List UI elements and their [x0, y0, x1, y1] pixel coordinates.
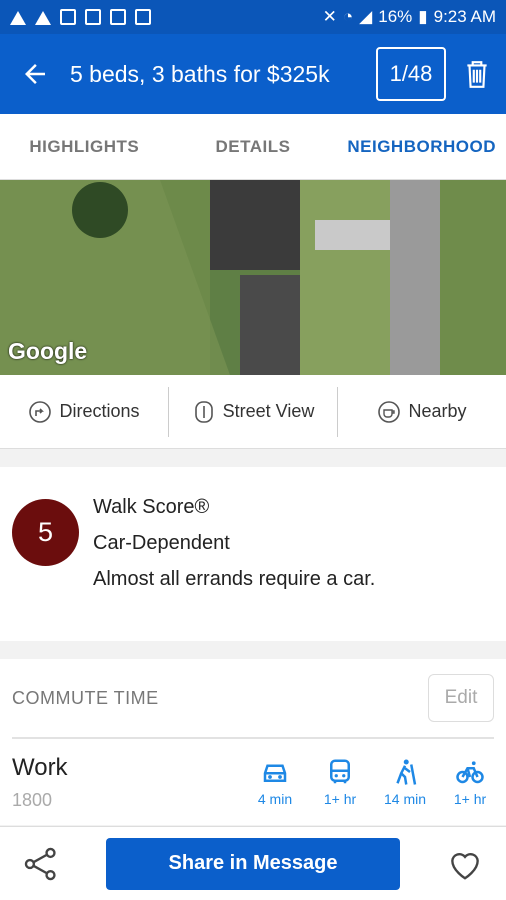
walk-score-rating: Car-Dependent	[93, 532, 230, 554]
street-view-button[interactable]: Street View	[168, 386, 337, 437]
back-arrow-icon[interactable]	[20, 59, 50, 89]
bike-icon	[456, 761, 484, 784]
walk-time: 14 min	[383, 791, 427, 807]
section-gap	[0, 449, 506, 467]
street-view-icon	[194, 400, 213, 423]
map-actions: Directions Street View Nearby	[0, 375, 506, 449]
bus-time: 1+ hr	[323, 791, 357, 807]
walk-score-title: Walk Score®	[93, 496, 210, 518]
heart-icon[interactable]	[446, 845, 484, 883]
walk-score-badge: 5	[12, 499, 79, 566]
mute-icon: ✕	[322, 7, 337, 26]
directions-button[interactable]: Directions	[0, 387, 168, 437]
commute-time-label: COMMUTE TIME	[12, 687, 159, 708]
section-gap	[0, 641, 506, 659]
battery-percent: 16%	[378, 7, 413, 26]
street-view-label: Street View	[222, 401, 315, 421]
share-in-message-button[interactable]: Share in Message	[106, 837, 400, 890]
listing-counter[interactable]: 1/48	[376, 47, 446, 101]
commute-address: 1800	[12, 789, 53, 810]
warning-icon	[10, 9, 26, 25]
tab-neighborhood[interactable]: NEIGHBORHOOD	[337, 137, 506, 157]
nearby-button[interactable]: Nearby	[337, 386, 506, 437]
bike-time: 1+ hr	[453, 791, 487, 807]
walk-score-card[interactable]: 5 Walk Score® Car-Dependent Almost all e…	[0, 467, 506, 641]
tab-highlights[interactable]: HIGHLIGHTS	[0, 137, 169, 157]
app-bar: 5 beds, 3 baths for $325k 1/48	[0, 34, 506, 114]
trash-icon[interactable]	[464, 59, 490, 89]
commute-place: Work	[12, 753, 68, 781]
signal-icon: ◢	[359, 7, 373, 26]
document-icon	[110, 9, 126, 25]
bus-icon	[330, 759, 350, 784]
listing-title: 5 beds, 3 baths for $325k	[70, 60, 330, 87]
notification-icons	[10, 9, 151, 25]
status-bar: ✕ ◔ ◢ 16% ▮ 9:23 AM	[0, 0, 506, 34]
walk-icon	[396, 759, 417, 785]
tab-details[interactable]: DETAILS	[169, 137, 338, 157]
battery-icon: ▮	[418, 7, 428, 26]
directions-icon	[29, 400, 52, 423]
directions-label: Directions	[59, 401, 140, 421]
walk-mode[interactable]: 14 min	[381, 757, 429, 807]
bike-mode[interactable]: 1+ hr	[446, 757, 494, 807]
clock: 9:23 AM	[433, 7, 496, 26]
car-icon	[263, 764, 287, 782]
image-icon	[60, 9, 76, 25]
message-icon	[135, 9, 151, 25]
wifi-icon: ◔	[342, 7, 354, 26]
nearby-label: Nearby	[408, 401, 467, 421]
commute-row[interactable]: Work 1800 4 min 1+ hr 14 min 1+ hr	[12, 739, 494, 825]
car-mode[interactable]: 4 min	[251, 757, 299, 807]
bottom-action-bar: Share in Message	[0, 826, 506, 900]
nearby-icon	[378, 400, 401, 423]
share-icon[interactable]	[22, 845, 60, 883]
bus-mode[interactable]: 1+ hr	[316, 757, 364, 807]
warning-icon	[35, 9, 51, 25]
google-logo: Google	[8, 338, 88, 364]
document-icon	[85, 9, 101, 25]
car-time: 4 min	[257, 791, 293, 807]
tab-bar: HIGHLIGHTS DETAILS NEIGHBORHOOD	[0, 114, 506, 180]
satellite-map[interactable]: Google Mo	[0, 180, 506, 375]
commute-card: COMMUTE TIME Edit Work 1800 4 min 1+ hr …	[0, 659, 506, 825]
walk-score-description: Almost all errands require a car.	[93, 568, 376, 590]
edit-commute-button[interactable]: Edit	[428, 674, 494, 722]
